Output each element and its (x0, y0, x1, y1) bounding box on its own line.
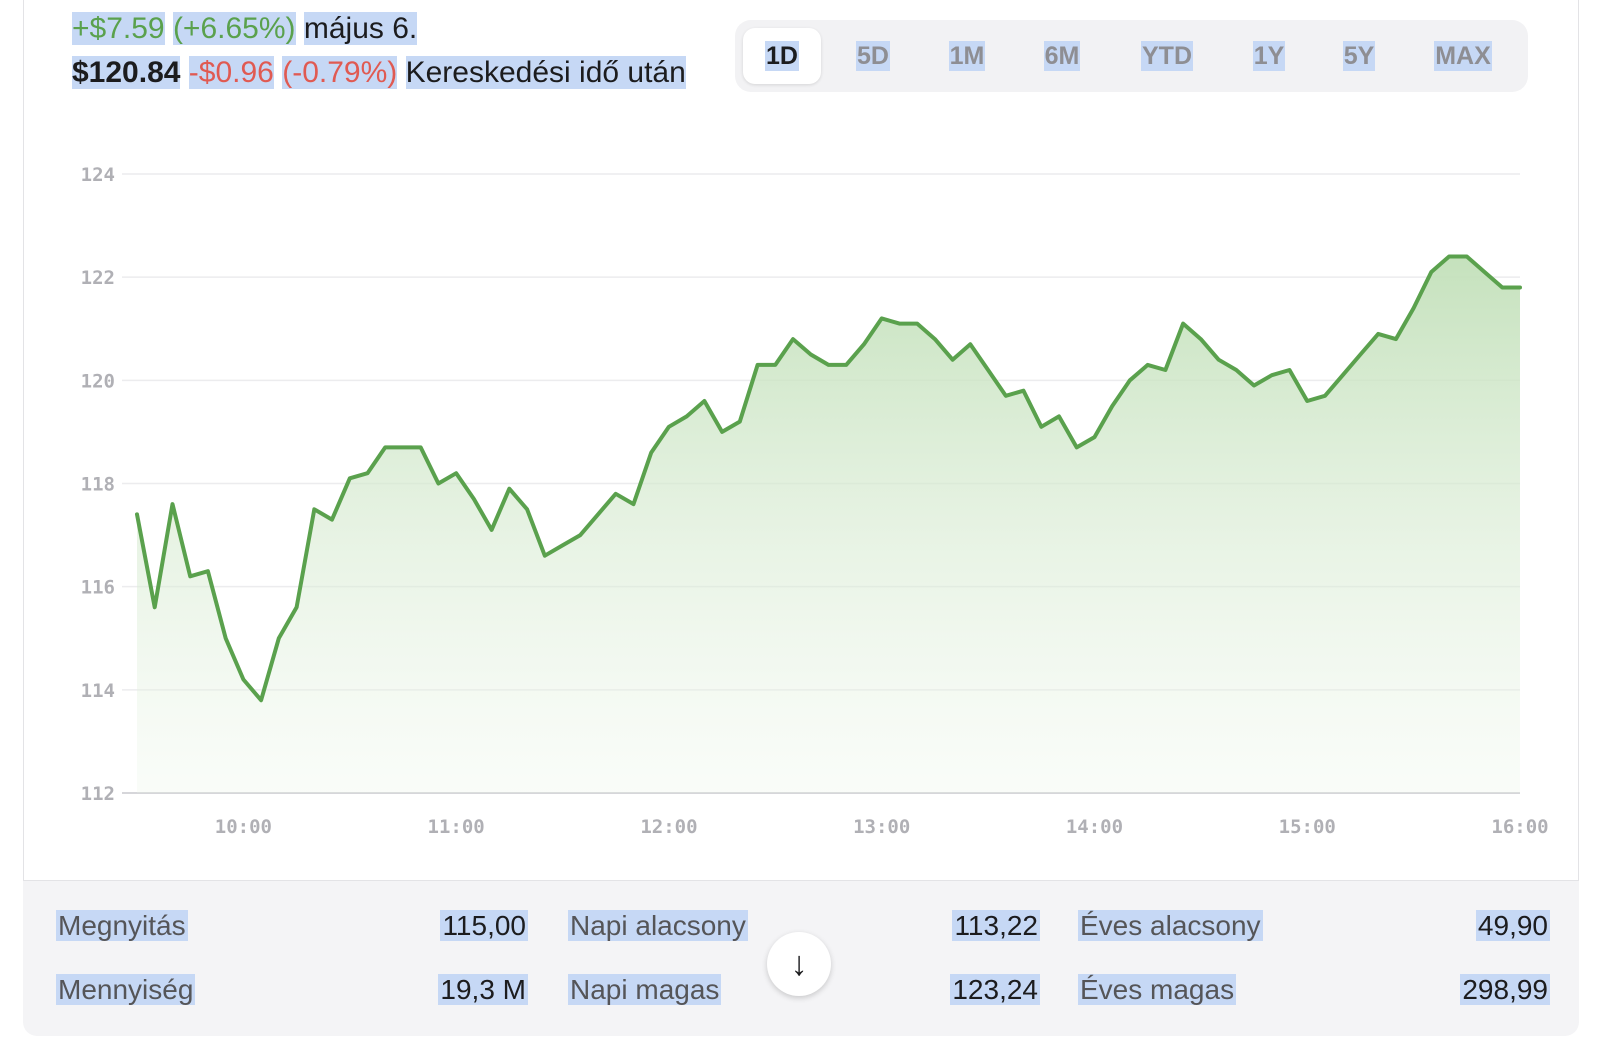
scroll-down-button[interactable]: ↓ (767, 932, 831, 996)
y-axis-ticks: 112 114 116 118 120 122 124 (81, 164, 115, 805)
daily-change: +$7.59 (+6.65%) május 6. (72, 10, 418, 48)
after-hours-price: $120.84 (72, 56, 181, 89)
open-value: 115,00 (440, 910, 528, 941)
y-tick-label: 112 (81, 783, 115, 805)
year-high-label: Éves magas (1078, 974, 1237, 1005)
x-axis-ticks: 10:00 11:00 12:00 13:00 14:00 15:00 16:00 (215, 816, 1549, 838)
y-tick-label: 118 (81, 474, 115, 496)
y-tick-label: 122 (81, 267, 115, 289)
year-low-value: 49,90 (1475, 910, 1550, 941)
x-tick-label: 11:00 (428, 816, 485, 838)
volume-value: 19,3 M (438, 974, 528, 1005)
after-hours-label: Kereskedési idő után (405, 56, 686, 89)
year-low-label: Éves alacsony (1078, 910, 1263, 941)
change-percent: (+6.65%) (172, 12, 296, 45)
y-tick-label: 116 (81, 577, 115, 599)
range-6m-button[interactable]: 6M (1023, 28, 1101, 84)
day-low-value: 113,22 (952, 910, 1040, 941)
range-5y-button[interactable]: 5Y (1320, 28, 1398, 84)
x-tick-label: 15:00 (1279, 816, 1336, 838)
range-ytd-button[interactable]: YTD (1119, 28, 1215, 84)
quote-date: május 6. (303, 12, 418, 45)
change-absolute: +$7.59 (72, 12, 165, 45)
range-1d-button[interactable]: 1D (743, 28, 821, 84)
time-range-selector: 1D 5D 1M 6M YTD 1Y 5Y MAX (735, 20, 1528, 92)
open-label: Megnyitás (56, 910, 188, 941)
arrow-down-icon: ↓ (790, 944, 808, 983)
x-tick-label: 16:00 (1491, 816, 1548, 838)
x-tick-label: 14:00 (1066, 816, 1123, 838)
year-high-value: 298,99 (1460, 974, 1550, 1005)
range-1m-button[interactable]: 1M (929, 28, 1005, 84)
day-high-value: 123,24 (950, 974, 1040, 1005)
x-tick-label: 13:00 (853, 816, 910, 838)
range-1y-button[interactable]: 1Y (1230, 28, 1308, 84)
price-area (137, 256, 1520, 793)
day-high-label: Napi magas (568, 974, 722, 1005)
y-tick-label: 124 (81, 164, 115, 186)
x-tick-label: 12:00 (640, 816, 697, 838)
day-low-label: Napi alacsony (568, 910, 748, 941)
y-tick-label: 114 (81, 680, 115, 702)
price-chart: 112 114 116 118 120 122 124 10:00 11:00 12:00 13:… (81, 164, 1549, 838)
after-hours-change-absolute: -$0.96 (188, 56, 274, 89)
range-5d-button[interactable]: 5D (835, 28, 911, 84)
y-tick-label: 120 (81, 370, 115, 392)
after-hours-change-percent: (-0.79%) (282, 56, 398, 89)
after-hours-quote: $120.84 -$0.96 (-0.79%) Kereskedési idő … (72, 54, 686, 92)
range-max-button[interactable]: MAX (1410, 28, 1516, 84)
x-tick-label: 10:00 (215, 816, 272, 838)
volume-label: Mennyiség (56, 974, 196, 1005)
